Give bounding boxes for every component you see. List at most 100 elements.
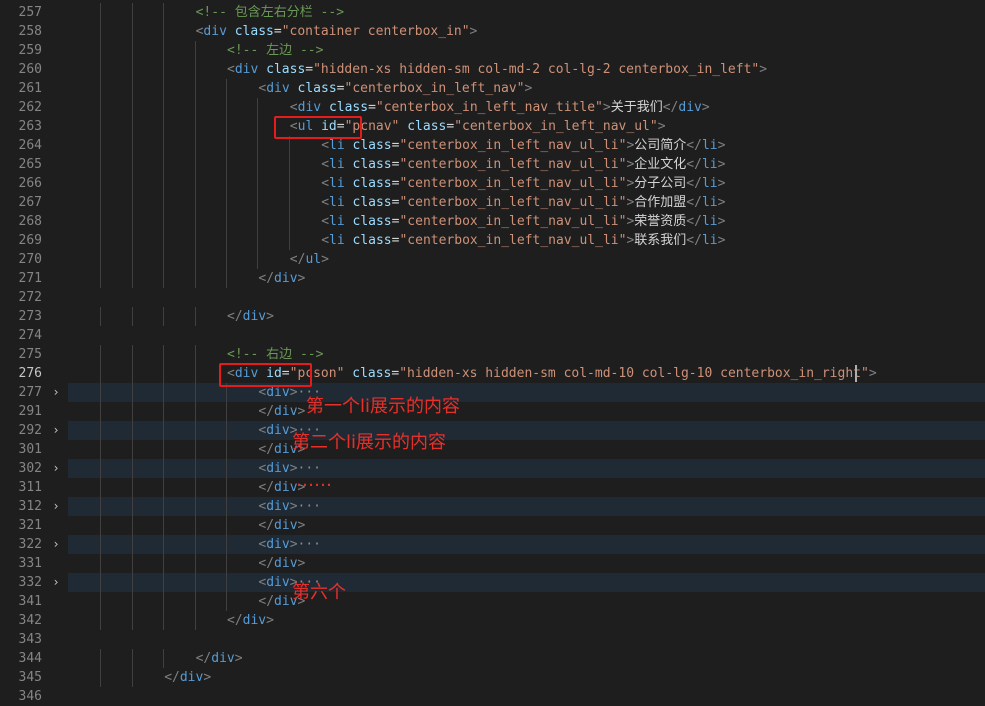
code-line[interactable]: 345 </div> [0, 668, 985, 687]
code-line[interactable]: 275 <!-- 右边 --> [0, 345, 985, 364]
code-token: ··· [297, 499, 322, 514]
indent-guide [226, 136, 227, 155]
indent-guide [100, 649, 102, 668]
code-text: <!-- 左边 --> [227, 41, 323, 60]
code-token: "centerbox_in_left_nav" [344, 81, 525, 96]
code-token: div [234, 62, 259, 77]
code-line[interactable]: 262 <div class="centerbox_in_left_nav_tit… [0, 98, 985, 117]
line-number: 345 [18, 670, 42, 685]
code-token: </ [227, 309, 243, 324]
code-line[interactable]: 322 › <div>··· [0, 535, 985, 554]
code-token: </ [686, 157, 702, 172]
code-token: div [678, 100, 702, 115]
indent-guide [163, 155, 165, 174]
code-token: li [701, 195, 718, 210]
chevron-right-icon[interactable]: › [48, 535, 64, 554]
code-line[interactable]: 332 › <div>··· [0, 573, 985, 592]
code-line[interactable]: 258 <div class="container centerbox_in"> [0, 22, 985, 41]
code-line[interactable]: 331 </div> [0, 554, 985, 573]
code-token: = [336, 81, 345, 96]
code-line[interactable]: 263 <ul id="pcnav" class="centerbox_in_le… [0, 117, 985, 136]
indent-guide [194, 516, 196, 535]
chevron-right-icon[interactable]: › [48, 383, 64, 402]
indent-guide [163, 611, 165, 630]
line-number: 343 [18, 632, 42, 647]
indent-guide [288, 174, 290, 193]
indent-guide [100, 459, 102, 478]
code-token: > [289, 499, 298, 514]
code-line[interactable]: 264 <li class="centerbox_in_left_nav_ul_l… [0, 136, 985, 155]
code-token: 荣誉资质 [634, 214, 687, 229]
line-number: 331 [18, 556, 42, 571]
indent-guide [131, 459, 133, 478]
indent-guide [194, 136, 196, 155]
code-line[interactable]: 292 › <div>··· [0, 421, 985, 440]
code-token: > [297, 518, 306, 533]
code-line[interactable]: 260 <div class="hidden-xs hidden-sm col-m… [0, 60, 985, 79]
code-line[interactable]: 277 › <div>··· [0, 383, 985, 402]
indent-guide [226, 155, 227, 174]
code-line[interactable]: 341 </div> [0, 592, 985, 611]
code-line[interactable]: 272 [0, 288, 985, 307]
code-line[interactable]: 267 <li class="centerbox_in_left_nav_ul_l… [0, 193, 985, 212]
code-token: 分子公司 [634, 176, 687, 191]
code-line[interactable]: 342 </div> [0, 611, 985, 630]
line-number: 271 [18, 271, 42, 286]
chevron-right-icon[interactable]: › [48, 573, 64, 592]
code-line[interactable]: 266 <li class="centerbox_in_left_nav_ul_l… [0, 174, 985, 193]
indent-guide [100, 174, 102, 193]
line-number: 268 [18, 214, 42, 229]
code-line[interactable]: 270 </ul> [0, 250, 985, 269]
code-text: <!-- 包含左右分栏 --> [196, 3, 344, 22]
code-line[interactable]: 265 <li class="centerbox_in_left_nav_ul_l… [0, 155, 985, 174]
code-token: > [297, 404, 306, 419]
code-line[interactable]: 291 </div> [0, 402, 985, 421]
code-token: div [274, 480, 298, 495]
code-area: <!-- 右边 --> [68, 345, 985, 364]
code-token: <!-- 左边 --> [227, 43, 324, 58]
code-line[interactable]: 321 </div> [0, 516, 985, 535]
code-line[interactable]: 312 › <div>··· [0, 497, 985, 516]
indent-guide [131, 554, 133, 573]
code-line[interactable]: 344 </div> [0, 649, 985, 668]
indent-guide [100, 421, 102, 440]
indent-guide [194, 459, 196, 478]
code-editor[interactable]: 257 <!-- 包含左右分栏 --> 258 <div class="contain… [0, 0, 985, 704]
code-line[interactable]: 276 <div id="pcson" class="hidden-xs hidd… [0, 364, 985, 383]
code-line[interactable]: 346 [0, 687, 985, 706]
indent-guide [100, 117, 102, 136]
indent-guide [131, 22, 133, 41]
code-line[interactable]: 301 </div> [0, 440, 985, 459]
code-area: <li class="centerbox_in_left_nav_ul_li">… [68, 155, 985, 174]
chevron-right-icon[interactable]: › [48, 421, 64, 440]
indent-guide [163, 383, 165, 402]
code-line[interactable]: 269 <li class="centerbox_in_left_nav_ul_l… [0, 231, 985, 250]
line-number: 301 [18, 442, 42, 457]
code-line[interactable]: 343 [0, 630, 985, 649]
code-line[interactable]: 302 › <div>··· [0, 459, 985, 478]
code-token: = [273, 24, 282, 39]
code-area: <div id="pcson" class="hidden-xs hidden-… [68, 364, 985, 383]
indent-guide [163, 573, 165, 592]
indent-guide [131, 611, 133, 630]
code-line[interactable]: 274 [0, 326, 985, 345]
chevron-right-icon[interactable]: › [48, 459, 64, 478]
chevron-right-icon[interactable]: › [48, 497, 64, 516]
code-line[interactable]: 261 <div class="centerbox_in_left_nav"> [0, 79, 985, 98]
code-area: <div class="hidden-xs hidden-sm col-md-2… [68, 60, 985, 79]
indent-guide [163, 516, 165, 535]
indent-guide [194, 41, 196, 60]
code-line[interactable]: 268 <li class="centerbox_in_left_nav_ul_l… [0, 212, 985, 231]
code-line[interactable]: 273 </div> [0, 307, 985, 326]
code-token: < [321, 176, 330, 191]
code-line[interactable]: 311 </div> [0, 478, 985, 497]
indent-guide [194, 212, 196, 231]
code-area [68, 326, 985, 345]
code-token: </ [164, 670, 180, 685]
code-line[interactable]: 271 </div> [0, 269, 985, 288]
indent-guide [226, 117, 227, 136]
code-line[interactable]: 257 <!-- 包含左右分栏 --> [0, 3, 985, 22]
indent-guide [226, 212, 227, 231]
code-line[interactable]: 259 <!-- 左边 --> [0, 41, 985, 60]
indent-guide [257, 174, 259, 193]
